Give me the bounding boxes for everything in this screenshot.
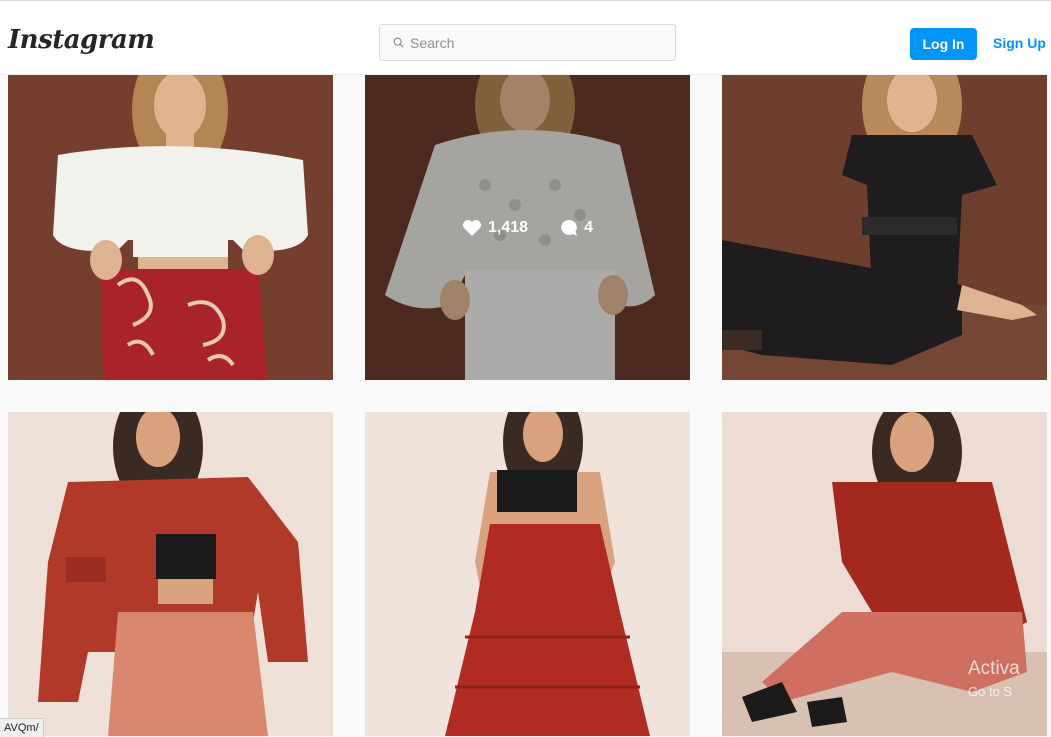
search-icon <box>393 37 404 48</box>
post-thumbnail[interactable]: 1,418 4 <box>365 75 690 380</box>
comments-stat: 4 <box>558 219 593 237</box>
post-thumbnail[interactable] <box>8 412 333 736</box>
comment-icon <box>561 219 578 236</box>
watermark-line1: Activa <box>968 658 1020 679</box>
signup-link[interactable]: Sign Up <box>993 35 1046 51</box>
heart-icon <box>463 219 482 236</box>
post-thumbnail[interactable] <box>722 75 1047 380</box>
post-thumbnail[interactable] <box>365 412 690 736</box>
post-hover-overlay: 1,418 4 <box>365 75 690 380</box>
post-image <box>722 75 1047 380</box>
likes-count: 1,418 <box>488 218 529 236</box>
watermark-line2: Go to S <box>968 684 1013 699</box>
post-image <box>8 412 333 736</box>
post-thumbnail[interactable] <box>8 75 333 380</box>
login-button[interactable]: Log In <box>910 28 977 60</box>
top-nav: Instagram Search Log In Sign Up <box>0 0 1051 75</box>
search-box[interactable]: Search <box>379 24 676 61</box>
post-image <box>8 75 333 380</box>
status-bar-url: AVQm/ <box>0 718 44 737</box>
search-placeholder: Search <box>410 34 455 51</box>
comments-count: 4 <box>584 218 593 236</box>
likes-stat: 1,418 <box>462 219 528 237</box>
instagram-logo[interactable]: Instagram <box>8 25 155 55</box>
post-image <box>365 412 690 736</box>
activation-watermark: Activa Go to S <box>968 658 1020 699</box>
